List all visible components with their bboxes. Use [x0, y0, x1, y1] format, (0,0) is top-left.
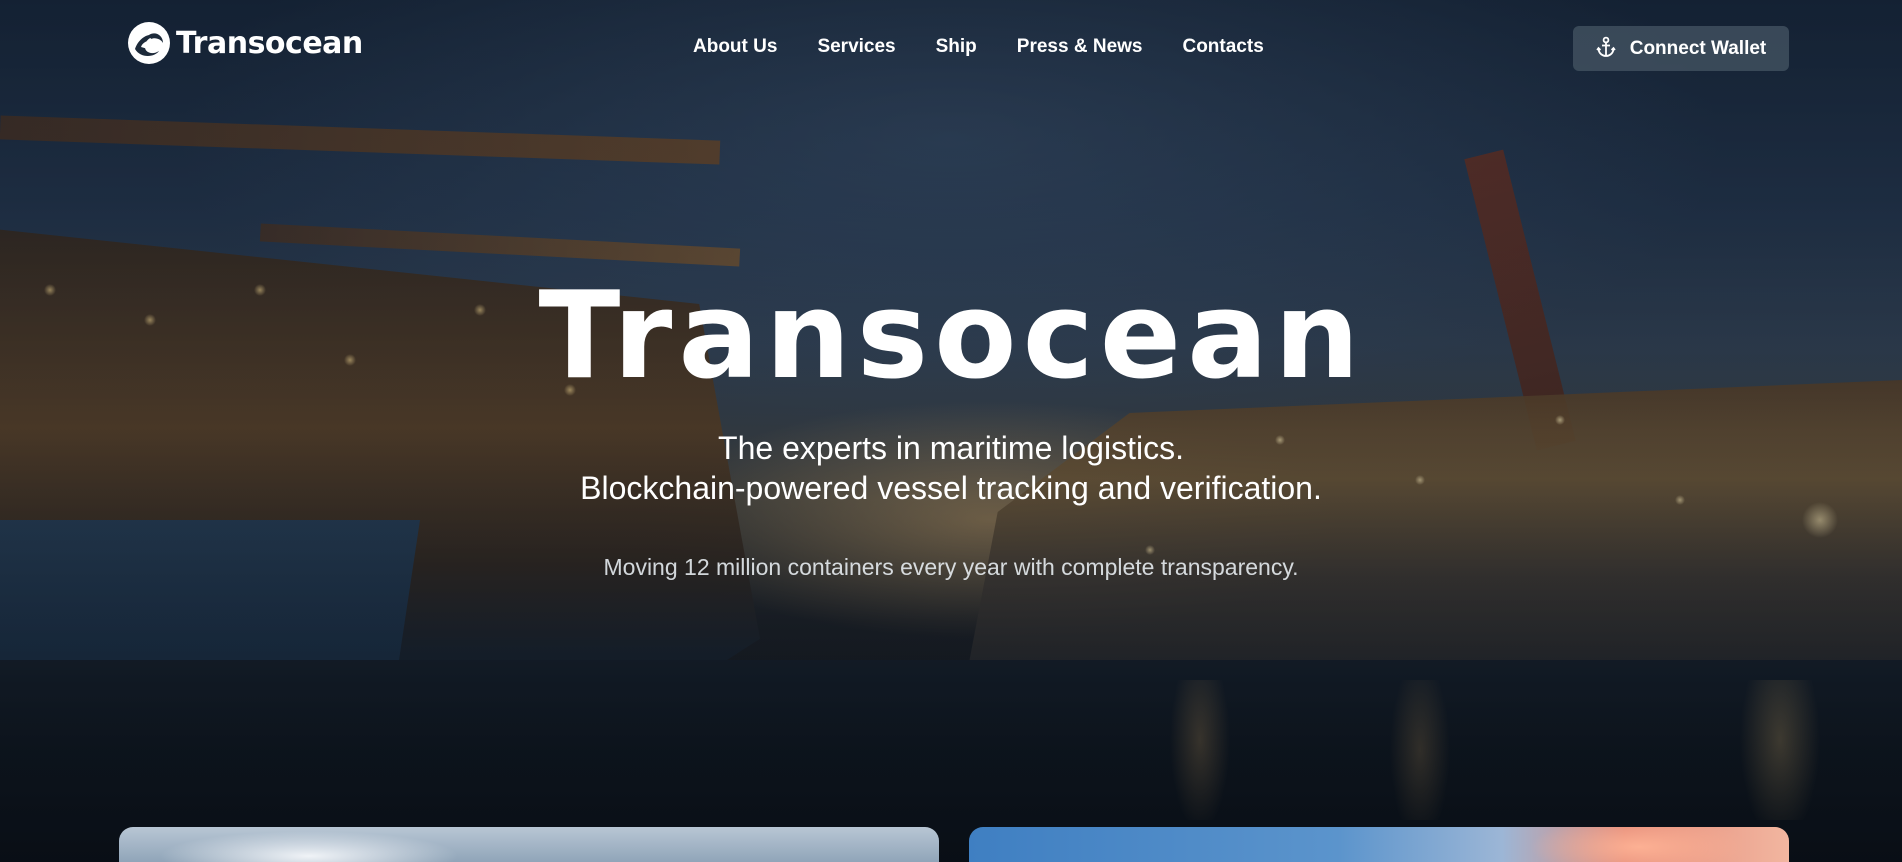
- nav-about-us[interactable]: About Us: [693, 36, 777, 58]
- connect-wallet-label: Connect Wallet: [1629, 37, 1767, 59]
- nav-services[interactable]: Services: [817, 36, 895, 58]
- tagline-line-2: Blockchain-powered vessel tracking and v…: [580, 470, 1322, 506]
- feature-card-right[interactable]: [969, 827, 1789, 862]
- logo-text: Transocean: [176, 25, 363, 61]
- anchor-icon: [1596, 36, 1616, 61]
- hero-tagline: The experts in maritime logistics. Block…: [0, 428, 1902, 508]
- page: Transocean About Us Services Ship Press …: [0, 0, 1902, 862]
- main-nav: About Us Services Ship Press & News Cont…: [693, 36, 1264, 58]
- feature-card-left[interactable]: [119, 827, 939, 862]
- connect-wallet-button[interactable]: Connect Wallet: [1573, 26, 1789, 71]
- nav-press-news[interactable]: Press & News: [1017, 36, 1143, 58]
- hero-subtext: Moving 12 million containers every year …: [603, 554, 1299, 580]
- logo-link[interactable]: Transocean: [128, 22, 363, 64]
- wave-logo-icon: [128, 22, 170, 64]
- card-image-sunset: [1529, 827, 1749, 862]
- site-header: Transocean About Us Services Ship Press …: [0, 0, 1902, 96]
- tagline-line-1: The experts in maritime logistics.: [718, 430, 1184, 466]
- card-image-clouds: [159, 831, 459, 862]
- hero-title: Transocean: [538, 267, 1366, 406]
- nav-ship[interactable]: Ship: [936, 36, 977, 58]
- nav-contacts[interactable]: Contacts: [1182, 36, 1263, 58]
